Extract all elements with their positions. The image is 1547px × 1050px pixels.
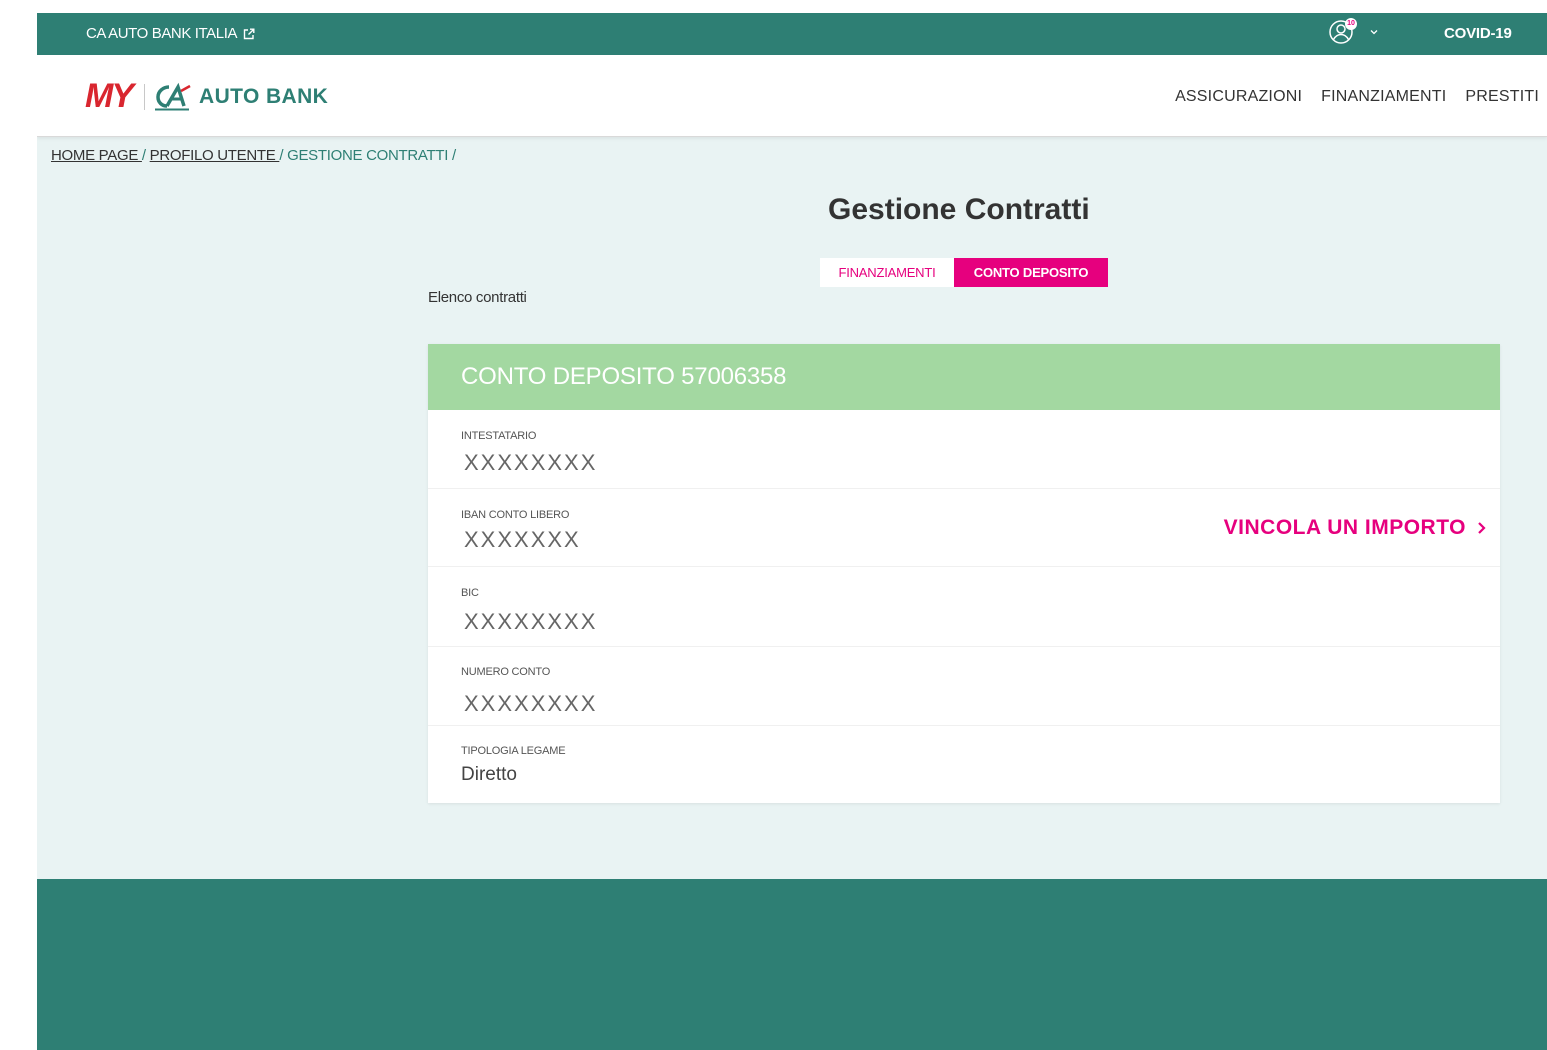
card-title: CONTO DEPOSITO 57006358 xyxy=(428,344,1500,410)
user-icon: 10 xyxy=(1329,18,1357,45)
contract-card: CONTO DEPOSITO 57006358 INTESTATARIO XXX… xyxy=(428,344,1500,803)
row-value: XXXXXXXX xyxy=(464,450,598,475)
contracts-list-label: Elenco contratti xyxy=(428,289,527,306)
breadcrumb-home[interactable]: HOME PAGE xyxy=(51,147,142,164)
detail-row-intestatario: INTESTATARIO XXXXXXXX xyxy=(428,410,1500,489)
contract-tabs: FINANZIAMENTI CONTO DEPOSITO xyxy=(820,258,1108,287)
my-ca-auto-bank-logo[interactable]: MY AUTO BANK xyxy=(85,77,328,116)
vincola-importo-link[interactable]: VINCOLA UN IMPORTO xyxy=(1224,516,1488,540)
row-label: INTESTATARIO xyxy=(461,430,537,442)
detail-row-tipologia-legame: TIPOLOGIA LEGAME Diretto xyxy=(428,726,1500,803)
breadcrumb: HOME PAGE / PROFILO UTENTE / GESTIONE CO… xyxy=(51,147,456,164)
nav-assicurazioni[interactable]: ASSICURAZIONI xyxy=(1175,88,1302,106)
ca-logo-icon xyxy=(155,82,191,110)
detail-row-numero-conto: NUMERO CONTO XXXXXXXX xyxy=(428,647,1500,726)
top-bar: CA AUTO BANK ITALIA 10 COVID-19 xyxy=(37,13,1547,55)
chevron-down-icon xyxy=(1370,30,1378,35)
breadcrumb-profile[interactable]: PROFILO UTENTE xyxy=(150,147,280,164)
app-frame: CA AUTO BANK ITALIA 10 COVID-19 MY AUTO … xyxy=(37,13,1547,1050)
row-value: XXXXXXXX xyxy=(464,691,598,716)
nav-prestiti[interactable]: PRESTITI xyxy=(1465,88,1539,106)
logo-separator xyxy=(144,83,145,110)
chevron-right-icon xyxy=(1478,522,1486,534)
row-label: NUMERO CONTO xyxy=(461,666,551,678)
logo-text: AUTO BANK xyxy=(199,84,329,108)
notification-badge: 10 xyxy=(1345,18,1357,30)
covid-19-link[interactable]: COVID-19 xyxy=(1444,25,1512,42)
row-label: TIPOLOGIA LEGAME xyxy=(461,745,566,757)
user-menu[interactable]: 10 xyxy=(1329,18,1379,45)
breadcrumb-separator: / xyxy=(141,147,150,164)
brand-link-label: CA AUTO BANK ITALIA xyxy=(86,25,238,42)
nav-finanziamenti[interactable]: FINANZIAMENTI xyxy=(1321,88,1446,106)
ca-auto-bank-italia-link[interactable]: CA AUTO BANK ITALIA xyxy=(86,25,255,42)
external-link-icon xyxy=(243,28,255,39)
tab-finanziamenti[interactable]: FINANZIAMENTI xyxy=(820,258,954,287)
breadcrumb-separator: / xyxy=(279,147,288,164)
breadcrumb-current: GESTIONE CONTRATTI / xyxy=(287,147,456,164)
tab-conto-deposito[interactable]: CONTO DEPOSITO xyxy=(954,258,1108,287)
main-nav: ASSICURAZIONI FINANZIAMENTI PRESTITI xyxy=(1175,88,1539,106)
cta-label: VINCOLA UN IMPORTO xyxy=(1223,516,1466,539)
site-header: MY AUTO BANK ASSICURAZIONI FINANZIAMENTI… xyxy=(37,55,1547,137)
site-footer xyxy=(37,879,1547,1050)
detail-row-bic: BIC XXXXXXXX xyxy=(428,567,1500,647)
row-value: Diretto xyxy=(461,764,517,785)
logo-my: MY xyxy=(85,77,134,115)
row-value: XXXXXXXX xyxy=(464,609,598,634)
row-label: BIC xyxy=(461,587,479,599)
detail-row-iban: IBAN CONTO LIBERO XXXXXXX VINCOLA UN IMP… xyxy=(428,489,1500,567)
page-title: Gestione Contratti xyxy=(828,193,1090,226)
